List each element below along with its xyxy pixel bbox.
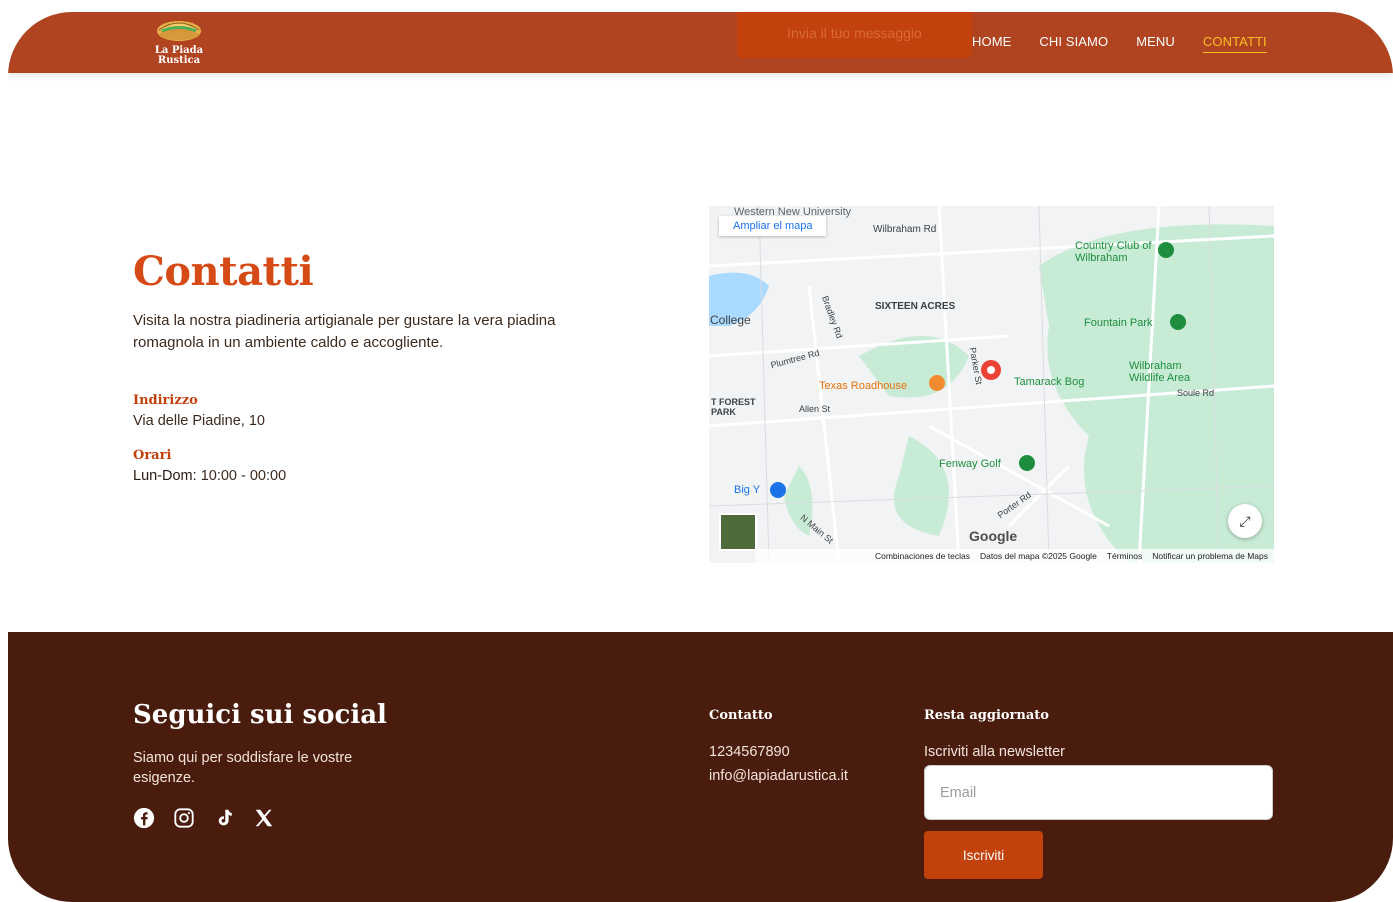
map-fullscreen-icon[interactable]: ⤢ [1228,504,1262,538]
newsletter-label: Iscriviti alla newsletter [924,744,1066,760]
contact-description: Visita la nostra piadineria artigianale … [133,312,556,351]
address-label: Indirizzo [133,393,198,408]
contact-heading: Contatto [709,708,773,723]
map-terms-link[interactable]: Términos [1107,549,1142,563]
nav-chi-siamo[interactable]: CHI SIAMO [1039,34,1108,53]
map-label-texas-roadhouse: Texas Roadhouse [819,380,908,392]
nav-home[interactable]: HOME [972,34,1011,53]
map-label-big-y: Big Y [734,484,761,496]
map-label-forest-park: T FOREST PARK [711,397,756,417]
map-label-college: College [710,313,751,327]
map-report-link[interactable]: Notificar un problema de Maps [1152,549,1268,563]
map-canvas [709,206,1274,563]
map-label-wilbraham-rd: Wilbraham Rd [873,224,937,235]
map-label-fenway-golf: Fenway Golf [939,458,1001,470]
contact-phone[interactable]: 1234567890 [709,744,790,760]
map-keyboard-shortcuts[interactable]: Combinaciones de teclas [875,549,970,563]
nav-contatti[interactable]: CONTATTI [1202,34,1267,53]
map-label-sixteen-acres: SIXTEEN ACRES [875,301,956,312]
map-data-credit: Datos del mapa ©2025 Google [979,551,1097,561]
page-title: Contatti [133,248,314,295]
hours-days: Lun-Dom: [133,468,197,484]
subscribe-button[interactable]: Iscriviti [924,831,1043,879]
facebook-icon[interactable] [133,807,155,829]
site-header: La Piada Rustica Invia il tuo messaggio … [8,12,1393,73]
page-frame: La Piada Rustica Invia il tuo messaggio … [8,12,1393,902]
map-enlarge-button[interactable]: Ampliar el mapa [719,216,827,236]
map-label-tamarack-bog: Tamarack Bog [1014,376,1085,388]
map-label-fountain-park: Fountain Park [1084,317,1153,329]
x-icon[interactable] [253,807,275,829]
main-nav: HOME CHI SIAMO MENU CONTATTI [972,34,1267,53]
instagram-icon[interactable] [173,807,195,829]
logo-text: La Piada Rustica [154,45,204,66]
map-footer: Combinaciones de teclas Datos del mapa ©… [754,549,1274,563]
social-links [133,807,275,829]
map-label-wildlife-area: Wilbraham Wildlife Area [1129,360,1191,384]
piadina-logo-icon [157,21,201,41]
map-label-soule-rd: Soule Rd [1177,388,1215,398]
logo[interactable]: La Piada Rustica [151,16,207,68]
contact-email[interactable]: info@lapiadarustica.it [709,768,848,784]
social-title: Seguici sui social [133,700,387,730]
google-map[interactable]: Ampliar el mapa Western New University W… [709,206,1274,563]
newsletter-email-input[interactable] [924,765,1273,820]
nav-menu[interactable]: MENU [1136,34,1175,53]
map-label-allen-st: Allen St [799,404,831,414]
hours-label: Orari [133,448,172,463]
newsletter-heading: Resta aggiornato [924,708,1049,723]
tiktok-icon[interactable] [213,807,235,829]
address-value: Via delle Piadine, 10 [133,413,265,429]
satellite-toggle[interactable] [719,513,757,551]
map-label-country-club: Country Club of Wilbraham [1075,240,1152,264]
send-message-button[interactable]: Invia il tuo messaggio [737,12,972,58]
social-subtitle: Siamo qui per soddisfare le vostre esige… [133,750,353,786]
hours-value: Lun-Dom: 10:00 - 00:00 [133,468,286,484]
map-label-university: Western New University [734,206,852,218]
hours-time: 10:00 - 00:00 [196,468,287,484]
google-logo: Google [969,528,1018,544]
